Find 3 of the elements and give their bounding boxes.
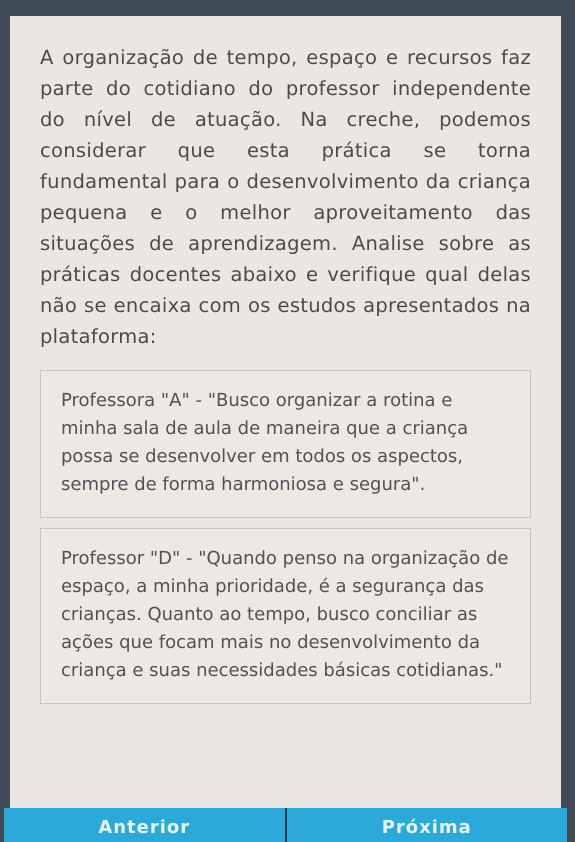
answer-option[interactable]: Professor "D" - "Quando penso na organização de espaço, a minha prioridade, é a segurança das crianças. Quanto ao tempo, busco conciliar as ações que focam mais no desenvolvimento da criança e suas necessidades básicas cotidianas.": [40, 528, 531, 704]
question-text: A organização de tempo, espaço e recursos faz parte do cotidiano do professor independente do nível de atuação. Na creche, podemos considerar que esta prática se torna fundamental para o desenvolvimento da criança pequena e o melhor aproveitamento das situações de aprendizagem. Analise sobre as práticas docentes abaixo e verifique qual delas não se encaixa com os estudos apresentados na plataforma:: [40, 45, 531, 350]
answer-option[interactable]: Professora "A" - "Busco organizar a rotina e minha sala de aula de maneira que a criança possa se desenvolver em todos os aspectos, sempre de forma harmoniosa e segura".: [40, 370, 531, 518]
